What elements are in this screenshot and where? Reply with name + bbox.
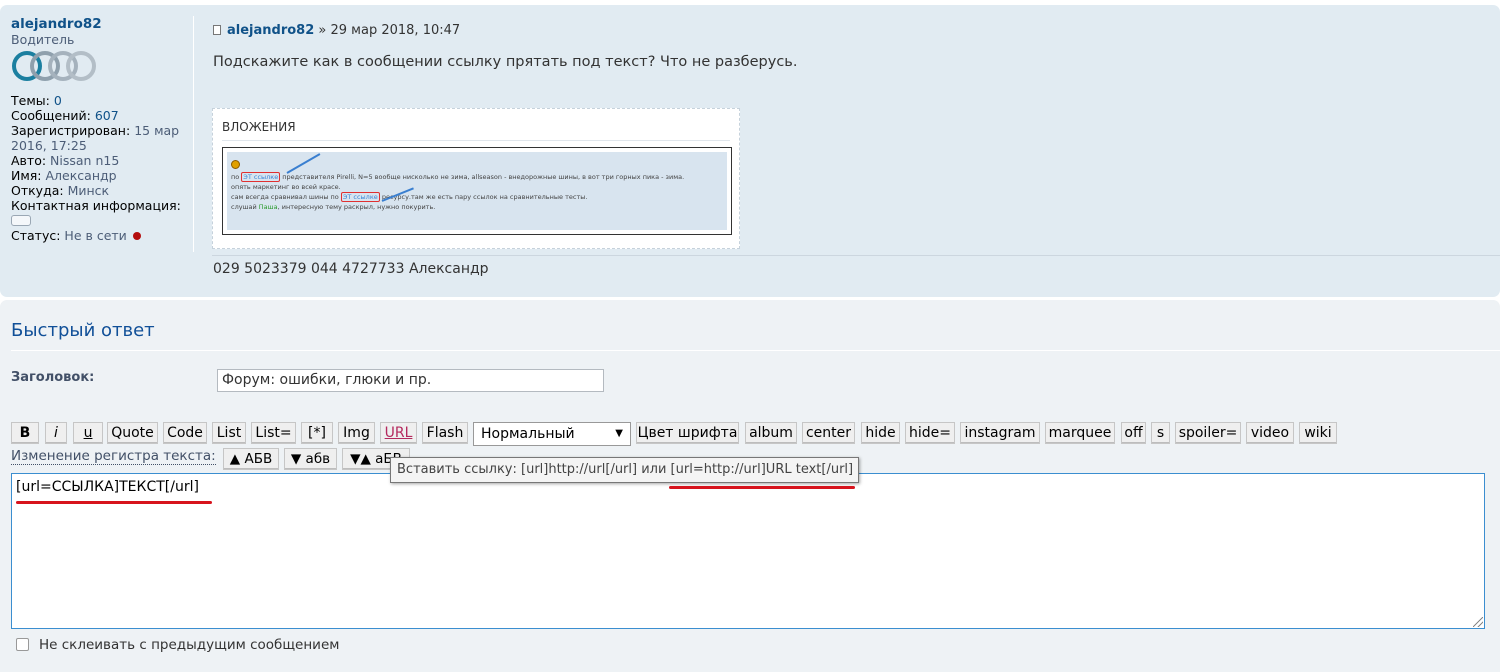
uppercase-button[interactable]: ▲ АБВ [223, 448, 279, 470]
thumb-line-4: слушай Паша, интересную тему раскрыл, ну… [231, 203, 436, 211]
speech-bubble-icon[interactable] [11, 215, 31, 226]
profile-contact-label: Контактная информация: [11, 198, 181, 213]
lowercase-button[interactable]: ▼ абв [284, 448, 337, 470]
message-text: [url=ССЫЛКА]ТЕКСТ[/url] [16, 479, 199, 495]
font-size-select[interactable]: Нормальный ▼ [473, 422, 631, 446]
case-change-label: Изменение регистра текста: [11, 448, 216, 465]
profile-name: Имя: Александр [11, 168, 117, 183]
post-signature: 029 5023379 044 4727733 Александр [213, 261, 489, 277]
signature-separator [212, 255, 1500, 256]
quick-reply-panel: Быстрый ответ Заголовок: Форум: ошибки, … [0, 300, 1500, 672]
profile-registered: Зарегистрирован: 15 мар 2016, 17:25 [11, 123, 180, 153]
font-color-button[interactable]: Цвет шрифта [636, 422, 739, 444]
attachments-box: ВЛОЖЕНИЯ по ЭТ ссылке представителя Pire… [212, 108, 740, 249]
rank-rings-logo [12, 51, 96, 81]
off-button[interactable]: off [1121, 422, 1146, 444]
smiley-icon [231, 160, 240, 169]
quote-button[interactable]: Quote [107, 422, 158, 444]
hide-button[interactable]: hide [861, 422, 900, 444]
strike-button[interactable]: s [1151, 422, 1170, 444]
post-content: Подскажите как в сообщении ссылку прятат… [213, 54, 798, 70]
attachment-image[interactable]: по ЭТ ссылке представителя Pirelli, N=5 … [222, 147, 732, 235]
profile-rank: Водитель [11, 32, 75, 47]
thumb-line-3: сам всегда сравнивал шины по ЭТ ссылке р… [231, 192, 588, 202]
profile-posts: Сообщений: 607 [11, 108, 119, 123]
profile-location: Откуда: Минск [11, 183, 110, 198]
profile-car: Авто: Nissan n15 [11, 153, 120, 168]
img-button[interactable]: Img [338, 422, 375, 444]
arrow-icon [286, 153, 321, 174]
instagram-button[interactable]: instagram [960, 422, 1040, 444]
annotation-underline [669, 486, 855, 489]
post-body: alejandro82 » 29 мар 2018, 10:47 Подскаж… [212, 5, 1500, 297]
wiki-button[interactable]: wiki [1299, 422, 1337, 444]
thumb-line-1: по ЭТ ссылке представителя Pirelli, N=5 … [231, 172, 685, 182]
profile-username-link[interactable]: alejandro82 [11, 16, 102, 32]
attachments-title: ВЛОЖЕНИЯ [222, 120, 730, 141]
attachment-screenshot: по ЭТ ссылке представителя Pirelli, N=5 … [227, 152, 727, 230]
no-merge-label: Не склеивать с предыдущим сообщением [39, 637, 340, 653]
no-merge-option[interactable]: Не склеивать с предыдущим сообщением [16, 637, 339, 653]
flash-button[interactable]: Flash [422, 422, 468, 444]
subject-input[interactable]: Форум: ошибки, глюки и пр. [217, 369, 604, 392]
list-button[interactable]: List [212, 422, 246, 444]
document-icon[interactable] [213, 25, 221, 35]
list-ordered-button[interactable]: List= [251, 422, 296, 444]
profile-topics: Темы: 0 [11, 93, 62, 108]
profile-topics-link[interactable]: 0 [54, 93, 62, 108]
marquee-button[interactable]: marquee [1045, 422, 1115, 444]
font-size-value: Нормальный [481, 426, 575, 442]
center-button[interactable]: center [802, 422, 855, 444]
resize-handle-icon[interactable] [1473, 617, 1483, 627]
chevron-down-icon: ▼ [615, 428, 623, 439]
underline-button[interactable]: u [73, 422, 103, 444]
no-merge-checkbox[interactable] [16, 638, 29, 651]
album-button[interactable]: album [745, 422, 797, 444]
bold-button[interactable]: B [11, 422, 39, 444]
spoiler-button[interactable]: spoiler= [1175, 422, 1241, 444]
post-author-link[interactable]: alejandro82 [227, 23, 314, 38]
forum-post: alejandro82 Водитель Темы: 0 Сообщений: … [0, 5, 1500, 297]
code-button[interactable]: Code [163, 422, 207, 444]
post-author-line: alejandro82 » 29 мар 2018, 10:47 [213, 23, 460, 38]
post-date: » 29 мар 2018, 10:47 [318, 23, 461, 38]
profile-posts-link[interactable]: 607 [95, 108, 119, 123]
video-button[interactable]: video [1246, 422, 1294, 444]
quick-reply-separator [11, 350, 1500, 351]
message-textarea[interactable]: [url=ССЫЛКА]ТЕКСТ[/url] [11, 473, 1485, 629]
hide-param-button[interactable]: hide= [905, 422, 955, 444]
offline-status-icon [132, 232, 141, 240]
quick-reply-title: Быстрый ответ [11, 320, 155, 341]
url-button[interactable]: URL [380, 422, 417, 444]
thumb-line-2: опять маркетинг во всей красе. [231, 183, 341, 191]
italic-button[interactable]: i [45, 422, 67, 444]
profile-status: Статус: Не в сети [11, 228, 193, 243]
subject-label: Заголовок: [11, 370, 95, 385]
annotation-underline [16, 501, 212, 504]
list-item-button[interactable]: [*] [301, 422, 333, 444]
post-profile: alejandro82 Водитель Темы: 0 Сообщений: … [11, 16, 194, 252]
url-tooltip: Вставить ссылку: [url]http://url[/url] и… [390, 457, 859, 483]
